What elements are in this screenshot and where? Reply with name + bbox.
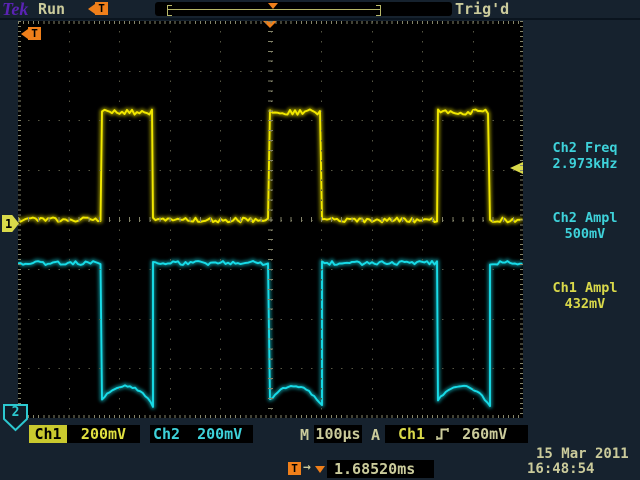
time-label: 16:48:54 xyxy=(527,461,594,477)
trigger-readout: Ch1 260mV xyxy=(385,425,528,443)
measurement-ch1-ampl: Ch1 Ampl 432mV xyxy=(531,280,639,312)
trigger-level-value: 260mV xyxy=(462,425,507,443)
measurement-label: Ch2 Freq xyxy=(531,140,639,156)
arrow-left-icon xyxy=(88,4,95,14)
ch1-ground-marker: 1 xyxy=(2,215,19,232)
trigger-status: Trig'd xyxy=(455,0,509,18)
center-horizontal-axis xyxy=(18,217,523,222)
date-label: 15 Mar 2011 xyxy=(536,446,629,462)
graticule-edge-ticks xyxy=(18,21,21,418)
measurement-ch2-freq: Ch2 Freq 2.973kHz xyxy=(531,140,639,172)
bracket-left-cap-icon xyxy=(167,5,172,16)
trigger-t-icon: T xyxy=(28,27,41,40)
tek-logo: Tek xyxy=(2,0,28,20)
rising-edge-icon xyxy=(436,427,449,441)
measurement-value: 432mV xyxy=(531,296,639,312)
oscilloscope-screen: { "top_bar": { "logo": "Tek", "acq_statu… xyxy=(0,0,640,480)
record-trigger-marker-icon xyxy=(268,3,278,9)
acquisition-status: Run xyxy=(38,0,65,18)
trigger-source: Ch1 xyxy=(398,425,425,443)
delay-arrow-icon: → xyxy=(303,460,311,475)
measurement-value: 2.973kHz xyxy=(531,156,639,172)
ch2-scale-tag: Ch2 xyxy=(153,425,180,443)
ch1-scale-tag: Ch1 xyxy=(29,425,67,443)
measurement-ch2-ampl: Ch2 Ampl 500mV xyxy=(531,210,639,242)
record-window-bracket xyxy=(167,9,381,10)
measurement-label: Ch2 Ampl xyxy=(531,210,639,226)
ch2-scale-readout: Ch2 200mV xyxy=(150,425,253,443)
delay-trigger-t-icon: T xyxy=(288,462,301,475)
ch2-ground-marker: 2 xyxy=(2,403,29,432)
trigger-position-icon: T xyxy=(88,2,108,15)
bracket-right-cap-icon xyxy=(376,5,381,16)
delay-triangle-icon xyxy=(315,466,325,473)
ch2-scale-value: 200mV xyxy=(197,425,242,443)
graticule-edge-ticks xyxy=(18,21,523,24)
trigger-mode-label: A xyxy=(371,426,380,444)
top-status-bar: Tek Run T Trig'd xyxy=(0,0,640,20)
pretrigger-offscreen-icon: T xyxy=(21,27,41,40)
ch1-scale-readout: 200mV xyxy=(67,425,140,443)
timebase-label: M xyxy=(300,426,309,444)
ch2-marker-label: 2 xyxy=(12,405,20,420)
record-view-bar xyxy=(155,2,452,16)
trigger-t-icon: T xyxy=(95,2,108,15)
measurement-value: 500mV xyxy=(531,226,639,242)
graticule-edge-ticks xyxy=(520,21,523,418)
measurement-label: Ch1 Ampl xyxy=(531,280,639,296)
arrow-left-icon xyxy=(21,29,28,39)
graticule-edge-ticks xyxy=(18,415,523,418)
timebase-readout: 100µs xyxy=(314,425,362,443)
graticule: T xyxy=(18,21,523,418)
delay-readout: 1.68520ms xyxy=(327,460,434,478)
